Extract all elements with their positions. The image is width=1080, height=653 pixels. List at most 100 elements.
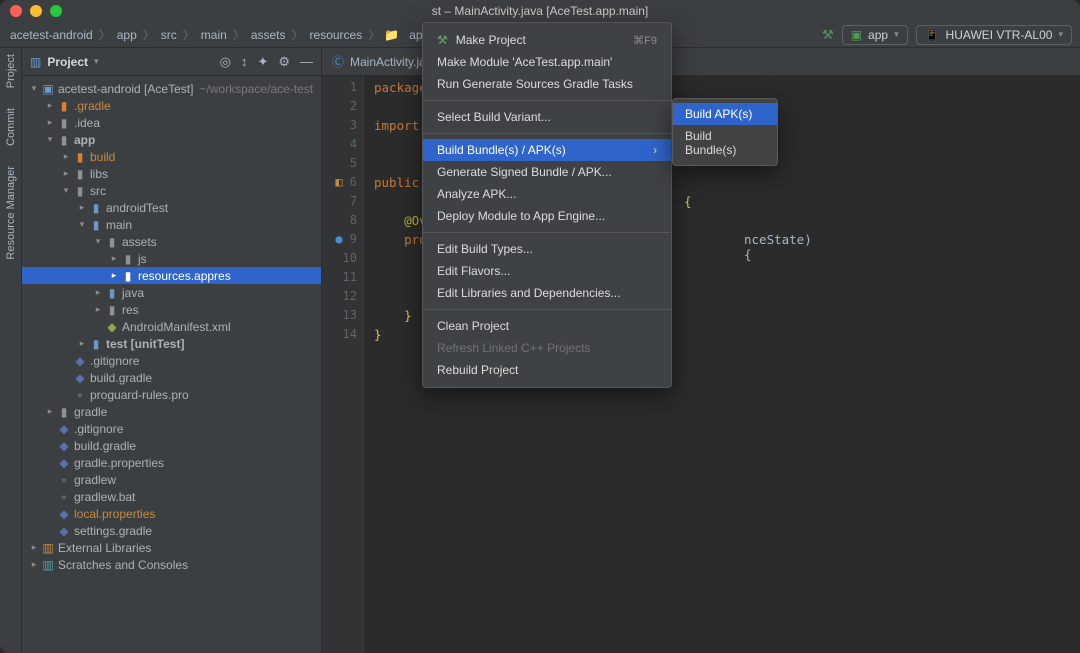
tree-node[interactable]: ▾▮main <box>22 216 321 233</box>
tree-node[interactable]: ◆local.properties <box>22 505 321 522</box>
chevron-right-icon[interactable]: ▸ <box>108 253 120 264</box>
chevron-right-icon[interactable]: ▸ <box>60 168 72 179</box>
menu-item[interactable]: Edit Flavors... <box>423 260 671 282</box>
project-tool[interactable]: Project <box>5 54 17 88</box>
tree-node[interactable]: ▸▮gradle <box>22 403 321 420</box>
code-line[interactable] <box>374 137 427 156</box>
line-number[interactable]: ● 9 <box>322 232 357 251</box>
tree-node[interactable]: ▾▮assets <box>22 233 321 250</box>
line-number[interactable]: 2 <box>322 99 357 118</box>
line-number[interactable]: 3 <box>322 118 357 137</box>
line-number[interactable]: 7 <box>322 194 357 213</box>
chevron-right-icon[interactable]: ▸ <box>108 270 120 281</box>
run-config-selector[interactable]: ▣ app ▾ <box>842 25 908 45</box>
breadcrumb-segment[interactable]: main <box>199 28 229 42</box>
code-line[interactable]: @Ov <box>374 213 427 232</box>
menu-item[interactable]: Rebuild Project <box>423 359 671 381</box>
chevron-right-icon[interactable]: ▸ <box>76 338 88 349</box>
breadcrumb[interactable]: acetest-android〉app〉src〉main〉assets〉reso… <box>8 26 448 43</box>
breadcrumb-segment[interactable]: acetest-android <box>8 28 95 42</box>
code-line[interactable]: } <box>374 327 427 346</box>
code-line[interactable]: pronceState) { <box>374 232 427 251</box>
chevron-right-icon[interactable]: ▸ <box>28 559 40 570</box>
chevron-right-icon[interactable]: ▸ <box>44 406 56 417</box>
code-line[interactable] <box>374 289 427 308</box>
code-line[interactable]: public <box>374 175 427 194</box>
menu-item[interactable]: Build Bundle(s) / APK(s)› <box>423 139 671 161</box>
chevron-down-icon[interactable]: ▾ <box>28 83 40 94</box>
chevron-down-icon[interactable]: ▾ <box>92 236 104 247</box>
device-selector[interactable]: 📱 HUAWEI VTR-AL00 ▾ <box>916 25 1072 45</box>
code-line[interactable]: } <box>374 308 427 327</box>
project-tree[interactable]: ▾▣acetest-android [AceTest]~/workspace/a… <box>22 76 321 653</box>
menu-item[interactable]: Edit Libraries and Dependencies... <box>423 282 671 304</box>
line-number-gutter[interactable]: 12345◧ 678● 91011121314 <box>322 76 364 653</box>
target-icon[interactable]: ◎ <box>220 54 231 70</box>
menu-item[interactable]: Build APK(s) <box>673 103 777 125</box>
line-number[interactable]: 4 <box>322 137 357 156</box>
hide-icon[interactable]: — <box>300 54 313 69</box>
tree-node[interactable]: ◆build.gradle <box>22 369 321 386</box>
line-number[interactable]: 14 <box>322 327 357 346</box>
commit-tool[interactable]: Commit <box>5 108 17 146</box>
chevron-right-icon[interactable]: ▸ <box>92 304 104 315</box>
tree-node[interactable]: ▸▥Scratches and Consoles <box>22 556 321 573</box>
build-menu[interactable]: ⚒Make Project⌘F9Make Module 'AceTest.app… <box>422 22 672 388</box>
tree-node[interactable]: ▫gradlew <box>22 471 321 488</box>
line-number[interactable]: 13 <box>322 308 357 327</box>
tree-node[interactable]: ▾▣acetest-android [AceTest]~/workspace/a… <box>22 80 321 97</box>
code-line[interactable] <box>374 156 427 175</box>
tree-node[interactable]: ▸▮resources.appres <box>22 267 321 284</box>
chevron-right-icon[interactable]: ▸ <box>44 100 56 111</box>
menu-item[interactable]: Make Module 'AceTest.app.main' <box>423 51 671 73</box>
chevron-right-icon[interactable]: ▸ <box>28 542 40 553</box>
tree-node[interactable]: ▸▮test [unitTest] <box>22 335 321 352</box>
sort-icon[interactable]: ↕ <box>241 54 248 69</box>
menu-item[interactable]: ⚒Make Project⌘F9 <box>423 29 671 51</box>
code-line[interactable] <box>374 270 427 289</box>
build-hammer-icon[interactable]: ⚒ <box>822 27 834 43</box>
line-number[interactable]: 1 <box>322 80 357 99</box>
chevron-right-icon[interactable]: ▸ <box>44 117 56 128</box>
line-number[interactable]: 5 <box>322 156 357 175</box>
tree-node[interactable]: ◆AndroidManifest.xml <box>22 318 321 335</box>
chevron-down-icon[interactable]: ▾ <box>44 134 56 145</box>
breadcrumb-segment[interactable]: app <box>115 28 139 42</box>
tree-node[interactable]: ▸▮java <box>22 284 321 301</box>
breadcrumb-segment[interactable]: resources <box>308 28 365 42</box>
code-line[interactable] <box>374 251 427 270</box>
resource-manager-tool[interactable]: Resource Manager <box>5 166 17 260</box>
chevron-right-icon[interactable]: ▸ <box>60 151 72 162</box>
zoom-window-icon[interactable] <box>50 5 62 17</box>
tree-node[interactable]: ◆gradle.properties <box>22 454 321 471</box>
menu-item[interactable]: Build Bundle(s) <box>673 125 777 161</box>
chevron-right-icon[interactable]: ▸ <box>92 287 104 298</box>
menu-item[interactable]: Analyze APK... <box>423 183 671 205</box>
tree-node[interactable]: ▾▮app <box>22 131 321 148</box>
breadcrumb-segment[interactable]: assets <box>249 28 288 42</box>
tree-node[interactable]: ▸▮androidTest <box>22 199 321 216</box>
close-window-icon[interactable] <box>10 5 22 17</box>
line-number[interactable]: 11 <box>322 270 357 289</box>
tree-node[interactable]: ▸▮libs <box>22 165 321 182</box>
tree-node[interactable]: ▫proguard-rules.pro <box>22 386 321 403</box>
menu-item[interactable]: Generate Signed Bundle / APK... <box>423 161 671 183</box>
tree-node[interactable]: ◆.gitignore <box>22 352 321 369</box>
tree-node[interactable]: ◆build.gradle <box>22 437 321 454</box>
tree-node[interactable]: ◆.gitignore <box>22 420 321 437</box>
code-line[interactable]: package <box>374 80 427 99</box>
tree-node[interactable]: ▸▮build <box>22 148 321 165</box>
menu-item[interactable]: Select Build Variant... <box>423 106 671 128</box>
tree-node[interactable]: ▫gradlew.bat <box>22 488 321 505</box>
menu-item[interactable]: Run Generate Sources Gradle Tasks <box>423 73 671 95</box>
line-number[interactable]: 8 <box>322 213 357 232</box>
minimize-window-icon[interactable] <box>30 5 42 17</box>
line-number[interactable]: ◧ 6 <box>322 175 357 194</box>
code-line[interactable] <box>374 99 427 118</box>
tree-node[interactable]: ▸▮js <box>22 250 321 267</box>
menu-item[interactable]: Clean Project <box>423 315 671 337</box>
line-number[interactable]: 10 <box>322 251 357 270</box>
tree-node[interactable]: ▸▮.idea <box>22 114 321 131</box>
menu-item[interactable]: Deploy Module to App Engine... <box>423 205 671 227</box>
project-view-title[interactable]: Project <box>47 55 88 69</box>
